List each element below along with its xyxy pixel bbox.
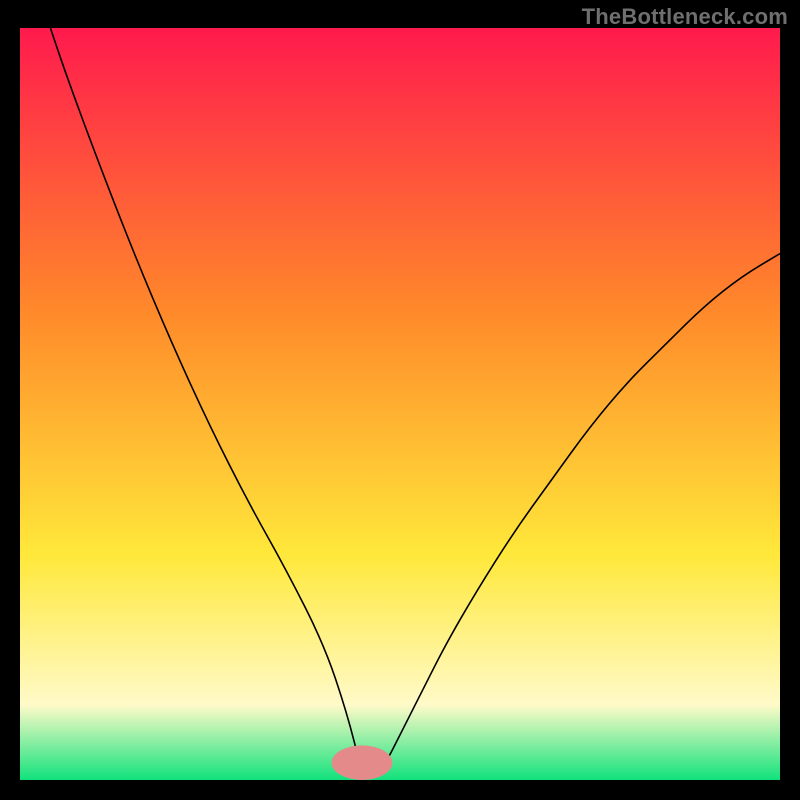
optimal-point-marker bbox=[332, 745, 393, 780]
chart-frame: TheBottleneck.com bbox=[0, 0, 800, 800]
bottleneck-chart bbox=[20, 28, 780, 780]
watermark-text: TheBottleneck.com bbox=[582, 4, 788, 30]
plot-area bbox=[20, 28, 780, 780]
gradient-background bbox=[20, 28, 780, 780]
